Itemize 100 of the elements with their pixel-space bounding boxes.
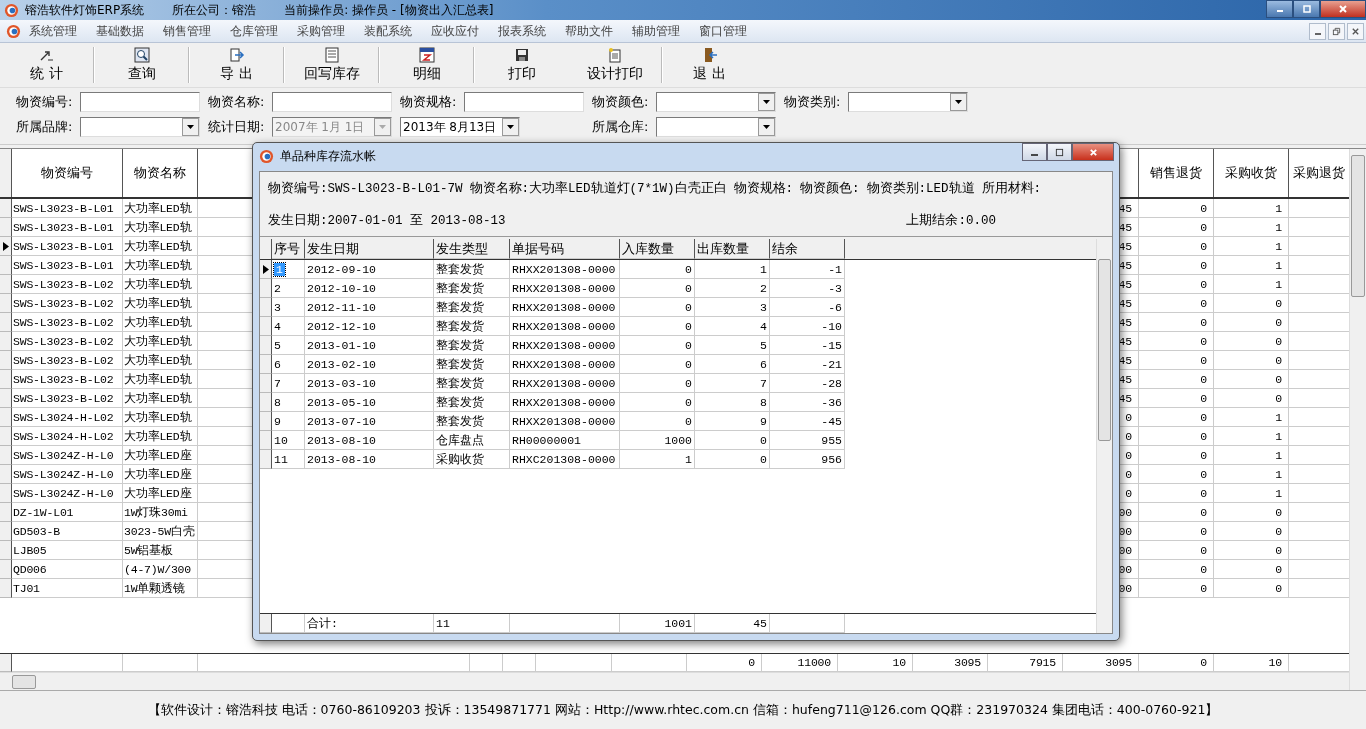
- row-indicator[interactable]: [260, 317, 272, 336]
- table-cell: 整套发货: [436, 318, 484, 334]
- row-indicator[interactable]: [0, 484, 12, 503]
- table-cell: 9: [760, 414, 767, 428]
- row-indicator[interactable]: [0, 579, 12, 598]
- row-indicator[interactable]: [0, 370, 12, 389]
- row-indicator[interactable]: [260, 260, 272, 279]
- toolbar-button[interactable]: 回写库存: [285, 43, 378, 87]
- row-indicator[interactable]: [0, 427, 12, 446]
- column-header[interactable]: 单据号码: [512, 239, 564, 258]
- row-indicator[interactable]: [0, 389, 12, 408]
- menu-item[interactable]: 窗口管理: [691, 22, 758, 40]
- row-indicator[interactable]: [0, 522, 12, 541]
- row-indicator[interactable]: [260, 355, 272, 374]
- table-cell: SWS-L3023-B-L02: [13, 315, 114, 329]
- menu-item[interactable]: 装配系统: [356, 22, 423, 40]
- input-field[interactable]: [80, 92, 200, 112]
- toolbar-button[interactable]: 明细: [380, 43, 473, 87]
- row-indicator[interactable]: [260, 393, 272, 412]
- menu-item[interactable]: 帮助文件: [557, 22, 624, 40]
- menu-item[interactable]: 报表系统: [490, 22, 557, 40]
- menu-item[interactable]: 应收应付: [423, 22, 490, 40]
- close-button[interactable]: [1347, 22, 1364, 40]
- column-header[interactable]: 物资名称: [123, 149, 198, 197]
- minimize-icon: [1314, 33, 1321, 35]
- row-indicator[interactable]: [0, 275, 12, 294]
- row-indicator[interactable]: [0, 256, 12, 275]
- row-indicator[interactable]: [0, 237, 12, 256]
- menu-item[interactable]: 系统管理: [21, 22, 88, 40]
- toolbar-button[interactable]: 设计打印: [568, 43, 661, 87]
- row-indicator[interactable]: [0, 446, 12, 465]
- maximize-button[interactable]: [1293, 0, 1320, 18]
- column-header[interactable]: 物资编号: [12, 149, 123, 197]
- row-indicator[interactable]: [260, 374, 272, 393]
- total-cell: 1001: [664, 616, 692, 630]
- horizontal-scrollbar[interactable]: [0, 672, 1349, 690]
- column-header[interactable]: 销售退货: [1139, 149, 1214, 197]
- row-indicator[interactable]: [0, 465, 12, 484]
- table-cell: SWS-L3023-B-L01: [13, 201, 114, 215]
- table-cell: 5: [274, 338, 281, 352]
- table-cell: SWS-L3023-B-L02: [13, 372, 114, 386]
- menu-item[interactable]: 辅助管理: [624, 22, 691, 40]
- date-picker[interactable]: 2013年 8月13日: [400, 117, 520, 137]
- table-cell: 大功率LED轨: [124, 295, 192, 311]
- table-cell: -45: [821, 414, 842, 428]
- toolbar-button[interactable]: 导 出: [190, 43, 283, 87]
- dropdown-field[interactable]: [656, 117, 776, 137]
- close-button[interactable]: [1072, 143, 1114, 161]
- column-header[interactable]: 发生日期: [307, 239, 359, 258]
- maximize-button[interactable]: [1047, 143, 1072, 161]
- info-text: 物资规格:: [733, 180, 794, 197]
- minimize-button[interactable]: [1266, 0, 1293, 18]
- vertical-scrollbar[interactable]: [1349, 149, 1366, 690]
- table-cell: 2013-05-10: [307, 395, 376, 409]
- restore-button[interactable]: [1328, 22, 1345, 40]
- minimize-button[interactable]: [1022, 143, 1047, 161]
- row-indicator[interactable]: [0, 503, 12, 522]
- table-cell: 1W灯珠30mi: [124, 504, 188, 520]
- table-cell: 1: [1275, 258, 1282, 272]
- toolbar-button[interactable]: 打印: [475, 43, 568, 87]
- toolbar-button[interactable]: 统 计: [0, 43, 93, 87]
- table-cell: RHXX201308-0000: [512, 281, 616, 295]
- column-header[interactable]: 结余: [772, 239, 798, 258]
- table-cell: TJ01: [13, 581, 40, 595]
- toolbar-button[interactable]: 查询: [95, 43, 188, 87]
- table-cell: 1: [685, 452, 692, 466]
- dropdown-field[interactable]: [848, 92, 968, 112]
- row-indicator[interactable]: [260, 412, 272, 431]
- input-field[interactable]: [464, 92, 584, 112]
- menu-item[interactable]: 销售管理: [155, 22, 222, 40]
- document-icon: [606, 47, 623, 63]
- toolbar-button[interactable]: 退 出: [663, 43, 756, 87]
- row-indicator[interactable]: [0, 294, 12, 313]
- row-indicator[interactable]: [0, 560, 12, 579]
- menu-item[interactable]: 基础数据: [88, 22, 155, 40]
- row-indicator[interactable]: [260, 298, 272, 317]
- row-indicator[interactable]: [0, 218, 12, 237]
- table-cell: 1: [1275, 486, 1282, 500]
- dropdown-field[interactable]: [80, 117, 200, 137]
- menu-item[interactable]: 采购管理: [289, 22, 356, 40]
- menu-item[interactable]: 仓库管理: [222, 22, 289, 40]
- dropdown-field[interactable]: [656, 92, 776, 112]
- column-header[interactable]: 采购收货: [1214, 149, 1289, 197]
- row-indicator[interactable]: [0, 408, 12, 427]
- vertical-scrollbar[interactable]: [1096, 239, 1112, 633]
- row-indicator[interactable]: [260, 279, 272, 298]
- row-indicator[interactable]: [260, 450, 272, 469]
- row-indicator[interactable]: [260, 336, 272, 355]
- row-indicator[interactable]: [260, 431, 272, 450]
- close-button[interactable]: [1320, 0, 1366, 18]
- table-cell: DZ-1W-L01: [13, 505, 74, 519]
- table-cell: 2013-02-10: [307, 357, 376, 371]
- row-indicator[interactable]: [0, 541, 12, 560]
- minimize-button[interactable]: [1309, 22, 1326, 40]
- row-indicator[interactable]: [0, 332, 12, 351]
- row-indicator[interactable]: [0, 351, 12, 370]
- row-indicator[interactable]: [0, 313, 12, 332]
- column-header[interactable]: 采购退货: [1289, 149, 1350, 197]
- row-indicator[interactable]: [0, 199, 12, 218]
- input-field[interactable]: [272, 92, 392, 112]
